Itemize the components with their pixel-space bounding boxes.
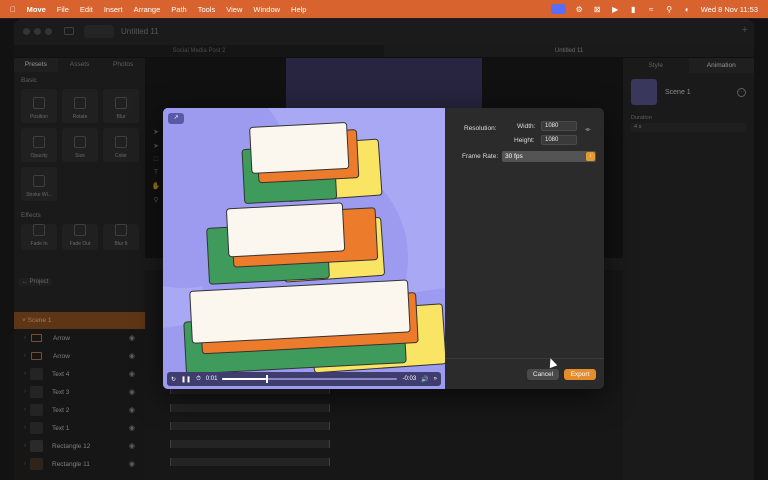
menubar-clock[interactable]: Wed 8 Nov 11:53 [701,5,758,14]
menu-window[interactable]: Window [253,5,280,14]
expand-preview-button[interactable]: ↗ [168,113,184,124]
card-stack-top [241,122,383,204]
export-preview: ↗ ↻ ❚❚ ⏱ 0:01 -0:03 🔊 » [163,108,445,389]
export-settings: Resolution: Width: 1080 Height: 1080 ⌯ F… [445,108,604,358]
dialog-footer: Cancel Export [445,358,604,389]
apple-logo-icon[interactable]:  [10,5,16,14]
wifi-icon[interactable]: ≈ [647,5,656,14]
preview-artwork [163,108,445,389]
fast-forward-icon[interactable]: » [434,376,437,382]
height-input[interactable]: 1080 [541,135,577,145]
control-center-icon[interactable]: ◐ [683,5,692,14]
card-stack-bottom [183,279,445,375]
menu-bar:  Move File Edit Insert Arrange Path Too… [0,0,768,18]
loop-icon[interactable]: ↻ [171,376,176,383]
frame-rate-select[interactable]: 30 fps ↕ [502,151,596,162]
card-stack-middle [206,202,385,285]
timer-icon[interactable]: ⏱ [196,376,201,383]
menu-help[interactable]: Help [291,5,306,14]
scrubber-handle[interactable] [266,375,269,383]
battery-icon[interactable]: ▮ [629,5,638,14]
cancel-button[interactable]: Cancel [527,369,559,380]
playback-scrubber[interactable] [222,375,398,383]
resolution-label: Resolution: [464,125,497,132]
select-arrows-icon: ↕ [586,152,595,161]
menu-edit[interactable]: Edit [80,5,93,14]
close-box-icon[interactable]: ⊠ [593,5,602,14]
frame-rate-value: 30 fps [505,153,523,160]
remaining-time: -0:03 [402,376,417,382]
play-circle-icon[interactable]: ▶ [611,5,620,14]
screen-record-icon[interactable] [550,4,566,14]
menu-path[interactable]: Path [171,5,186,14]
gear-icon[interactable]: ⚙ [575,5,584,14]
width-label: Width: [517,123,536,130]
scrubber-progress [222,378,267,380]
menu-insert[interactable]: Insert [104,5,123,14]
lock-aspect-icon[interactable]: ⌯ [585,126,591,134]
frame-rate-label: Frame Rate: [462,153,499,160]
volume-icon[interactable]: 🔊 [421,376,428,383]
export-button[interactable]: Export [564,369,596,380]
menu-file[interactable]: File [57,5,69,14]
search-icon[interactable]: ⚲ [665,5,674,14]
menu-arrange[interactable]: Arrange [134,5,161,14]
current-time: 0:01 [205,376,218,382]
height-label: Height: [514,137,535,144]
export-dialog: ↗ ↻ ❚❚ ⏱ 0:01 -0:03 🔊 » Resolution: Widt… [163,108,604,389]
menu-view[interactable]: View [226,5,242,14]
playback-controls: ↻ ❚❚ ⏱ 0:01 -0:03 🔊 » [167,372,441,386]
pause-icon[interactable]: ❚❚ [181,376,191,383]
menu-tools[interactable]: Tools [198,5,216,14]
menu-app-name[interactable]: Move [27,5,46,14]
width-input[interactable]: 1080 [541,121,577,131]
